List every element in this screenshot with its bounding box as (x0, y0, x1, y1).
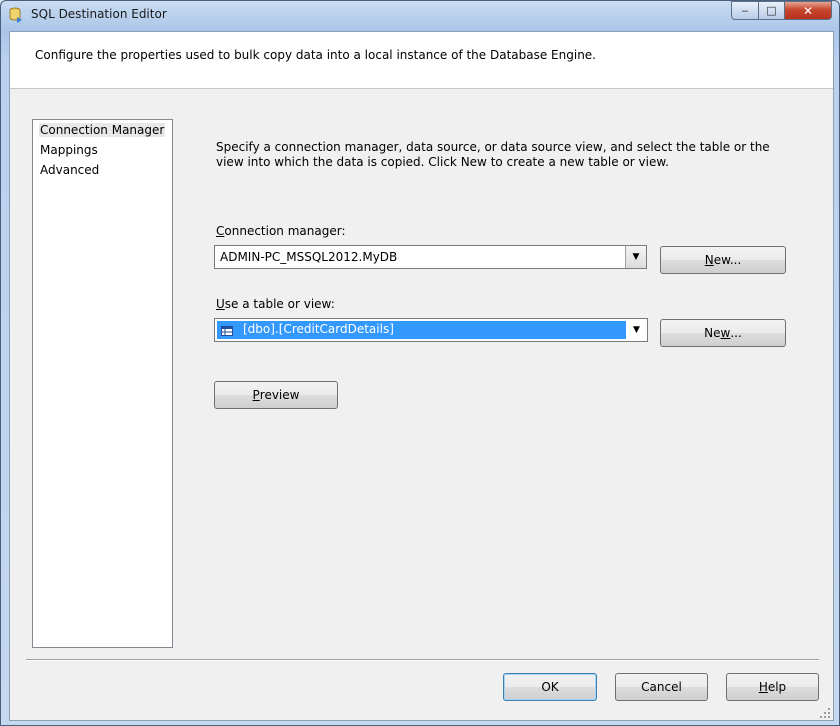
accelerator-key: H (758, 680, 768, 694)
button-label: elp (767, 680, 787, 694)
header-band: Configure the properties used to bulk co… (10, 32, 833, 89)
nav-item-label: Advanced (40, 163, 100, 177)
nav-item-connection-manager[interactable]: Connection Manager (39, 123, 166, 137)
button-label: OK (541, 680, 559, 694)
nav-item-mappings[interactable]: Mappings (39, 143, 99, 157)
connection-manager-value: ADMIN-PC_MSSQL2012.MyDB (220, 250, 398, 264)
chevron-down-icon[interactable]: ▼ (626, 319, 647, 341)
connection-manager-combobox[interactable]: ADMIN-PC_MSSQL2012.MyDB ▼ (214, 245, 647, 269)
header-description: Configure the properties used to bulk co… (35, 48, 596, 62)
connection-manager-label: Connection manager: (216, 224, 346, 238)
window-title: SQL Destination Editor (31, 7, 167, 21)
nav-item-advanced[interactable]: Advanced (39, 163, 100, 177)
page-navigation-list: Connection Manager Mappings Advanced (32, 119, 173, 648)
accelerator-key: w (720, 326, 731, 340)
maximize-icon: □ (766, 4, 777, 17)
cancel-button[interactable]: Cancel (615, 673, 708, 701)
close-button[interactable]: ✕ (784, 1, 832, 20)
help-button[interactable]: Help (726, 673, 819, 701)
dialog-window: SQL Destination Editor ‒ □ ✕ Configure t… (0, 0, 840, 726)
nav-item-label: Mappings (40, 143, 98, 157)
preview-button[interactable]: Preview (214, 381, 338, 409)
label-text: se a table or view: (224, 297, 335, 311)
button-label: review (259, 388, 300, 402)
button-label: Cancel (641, 680, 682, 694)
button-label: Ne (704, 326, 721, 340)
footer-separator (26, 659, 819, 661)
instructions-text: Specify a connection manager, data sourc… (216, 140, 770, 169)
label-text: onnection manager: (224, 224, 346, 238)
title-bar[interactable]: SQL Destination Editor ‒ □ ✕ (1, 1, 839, 29)
button-label: ... (730, 326, 742, 340)
table-or-view-combobox[interactable]: [dbo].[CreditCardDetails] ▼ (214, 318, 648, 342)
new-connection-button[interactable]: New... (660, 246, 786, 274)
accelerator-key: P (252, 388, 260, 402)
button-label: ew... (713, 253, 742, 267)
accelerator-key: U (216, 297, 225, 311)
chevron-down-icon[interactable]: ▼ (625, 246, 646, 268)
accelerator-key: N (704, 253, 714, 267)
new-table-button[interactable]: Ne w... (660, 319, 786, 347)
maximize-button[interactable]: □ (758, 1, 785, 20)
dialog-client-area: Configure the properties used to bulk co… (9, 31, 834, 721)
resize-grip-icon[interactable] (820, 707, 830, 718)
nav-item-label: Connection Manager (40, 123, 165, 137)
database-destination-icon (9, 7, 23, 23)
table-or-view-value: [dbo].[CreditCardDetails] (243, 322, 394, 336)
ok-button[interactable]: OK (503, 673, 597, 701)
minimize-icon: ‒ (741, 4, 749, 17)
close-icon: ✕ (802, 3, 814, 18)
table-or-view-label: Use a table or view: (216, 297, 335, 311)
minimize-button[interactable]: ‒ (731, 1, 759, 20)
table-icon (221, 325, 233, 339)
